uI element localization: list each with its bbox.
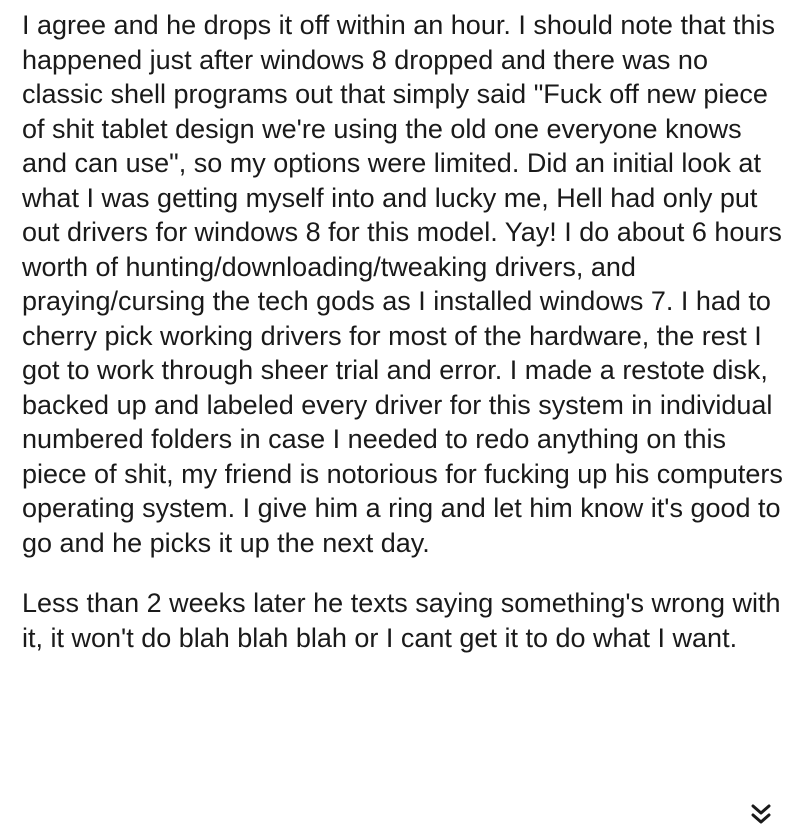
- double-chevron-down-icon: [751, 804, 771, 824]
- expand-more-button[interactable]: [740, 800, 782, 828]
- post-body: I agree and he drops it off within an ho…: [22, 8, 792, 655]
- paragraph-1: I agree and he drops it off within an ho…: [22, 10, 783, 558]
- paragraph-2: Less than 2 weeks later he texts saying …: [22, 588, 781, 653]
